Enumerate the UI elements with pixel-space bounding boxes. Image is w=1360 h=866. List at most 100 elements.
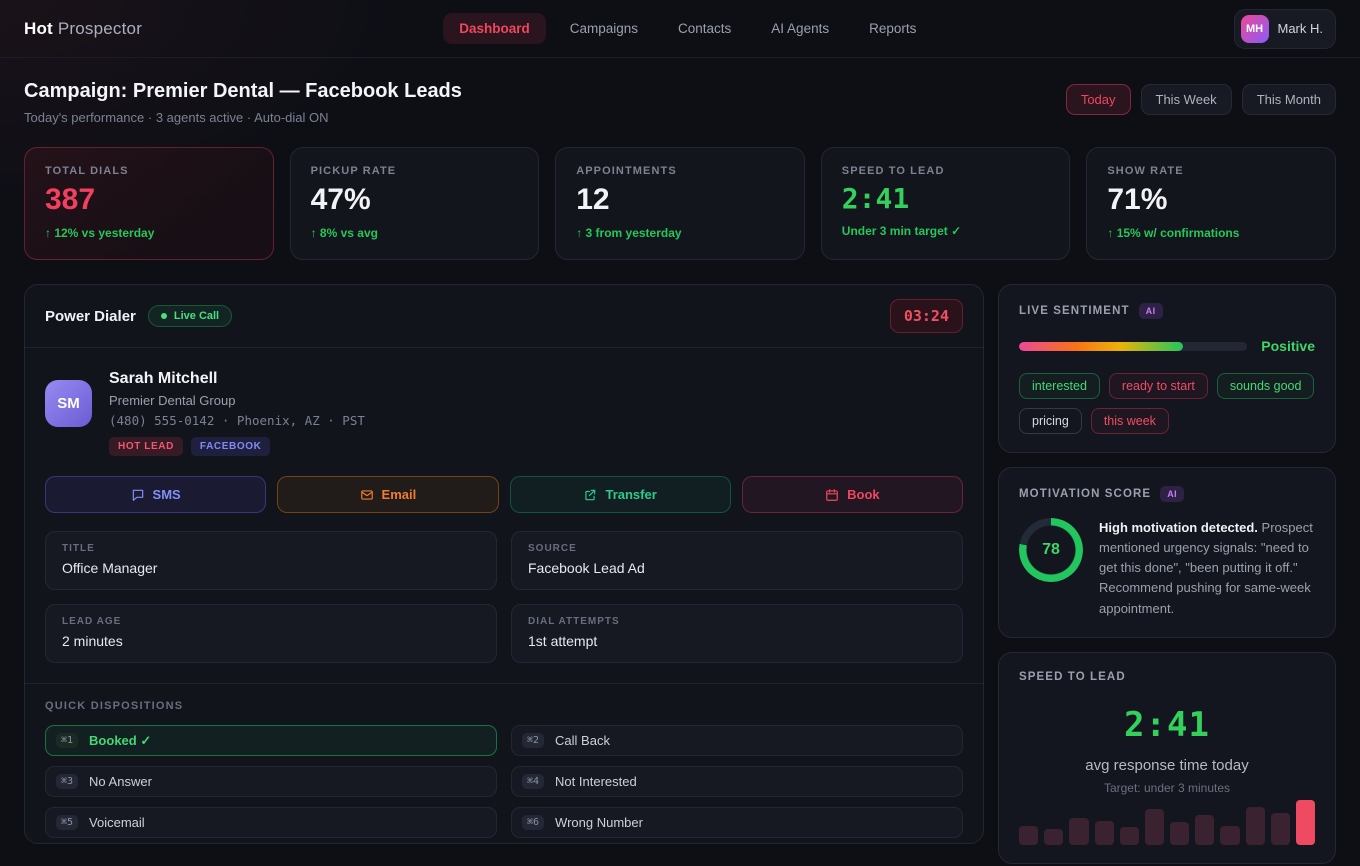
lead-info-grid: TITLE Office Manager SOURCE Facebook Lea… bbox=[25, 531, 983, 683]
sentiment-tag: interested bbox=[1019, 373, 1100, 399]
call-actions: SMS Email Transfer Book bbox=[25, 472, 983, 531]
speed-bar bbox=[1296, 800, 1315, 845]
call-timer: 03:24 bbox=[890, 299, 963, 333]
stat-value: 387 bbox=[45, 185, 253, 215]
motivation-text: High motivation detected. Prospect menti… bbox=[1099, 518, 1315, 619]
disposition-no-answer-button[interactable]: ⌘3 No Answer bbox=[45, 766, 497, 797]
speed-to-lead-card: SPEED TO LEAD 2:41 avg response time tod… bbox=[998, 652, 1336, 864]
field-label: SOURCE bbox=[528, 543, 946, 554]
stat-card-total-dials: TOTAL DIALS 387 ↑ 12% vs yesterday bbox=[24, 147, 274, 260]
shortcut-key: ⌘2 bbox=[522, 733, 544, 748]
stat-card-speed-to-lead: SPEED TO LEAD 2:41 Under 3 min target ✓ bbox=[821, 147, 1071, 260]
sentiment-tag: sounds good bbox=[1217, 373, 1315, 399]
stat-label: APPOINTMENTS bbox=[576, 165, 784, 177]
transfer-label: Transfer bbox=[605, 487, 656, 502]
speed-bar bbox=[1145, 809, 1164, 845]
speed-caption: avg response time today bbox=[1019, 757, 1315, 774]
stat-value: 71% bbox=[1107, 185, 1315, 215]
disposition-voicemail-button[interactable]: ⌘5 Voicemail bbox=[45, 807, 497, 838]
period-toggle: Today This Week This Month bbox=[1066, 84, 1336, 115]
envelope-icon bbox=[360, 488, 374, 502]
facebook-tag: FACEBOOK bbox=[191, 437, 270, 456]
field-label: DIAL ATTEMPTS bbox=[528, 616, 946, 627]
field-value: 2 minutes bbox=[62, 633, 480, 649]
user-menu[interactable]: MH Mark H. bbox=[1234, 9, 1337, 49]
motivation-score-card: MOTIVATION SCORE AI 78 High motivation d… bbox=[998, 467, 1336, 638]
stat-delta: ↑ 12% vs yesterday bbox=[45, 226, 253, 240]
shortcut-key: ⌘5 bbox=[56, 815, 78, 830]
sentiment-fill bbox=[1019, 342, 1183, 351]
dialer-header: Power Dialer Live Call 03:24 bbox=[25, 285, 983, 348]
power-dialer-panel: Power Dialer Live Call 03:24 SM Sarah Mi… bbox=[24, 284, 984, 844]
stats-row: TOTAL DIALS 387 ↑ 12% vs yesterday PICKU… bbox=[24, 147, 1336, 260]
nav-item-ai-agents[interactable]: AI Agents bbox=[755, 13, 845, 44]
brand-logo[interactable]: Hot Prospector bbox=[24, 19, 142, 39]
main-nav: Dashboard Campaigns Contacts AI Agents R… bbox=[443, 13, 932, 44]
sentiment-tag: pricing bbox=[1019, 408, 1082, 434]
field-value: 1st attempt bbox=[528, 633, 946, 649]
speed-value: 2:41 bbox=[1019, 705, 1315, 745]
sentiment-tag: this week bbox=[1091, 408, 1169, 434]
nav-item-contacts[interactable]: Contacts bbox=[662, 13, 747, 44]
contact-name: Sarah Mitchell bbox=[109, 370, 365, 388]
contact-company: Premier Dental Group bbox=[109, 393, 365, 408]
hot-lead-tag: HOT LEAD bbox=[109, 437, 183, 456]
brand-bold: Hot bbox=[24, 19, 53, 38]
disposition-booked-button[interactable]: ⌘1 Booked ✓ bbox=[45, 725, 497, 756]
ai-badge: AI bbox=[1139, 303, 1163, 319]
stat-delta: Under 3 min target ✓ bbox=[842, 224, 1050, 238]
disposition-call-back-button[interactable]: ⌘2 Call Back bbox=[511, 725, 963, 756]
top-nav: Hot Prospector Dashboard Campaigns Conta… bbox=[0, 0, 1360, 58]
sms-button[interactable]: SMS bbox=[45, 476, 266, 513]
period-today-button[interactable]: Today bbox=[1066, 84, 1131, 115]
shortcut-key: ⌘4 bbox=[522, 774, 544, 789]
stat-label: TOTAL DIALS bbox=[45, 165, 253, 177]
sentiment-tag: ready to start bbox=[1109, 373, 1208, 399]
stat-card-appointments: APPOINTMENTS 12 ↑ 3 from yesterday bbox=[555, 147, 805, 260]
dispositions-heading: QUICK DISPOSITIONS bbox=[45, 700, 963, 712]
stat-label: PICKUP RATE bbox=[311, 165, 519, 177]
speed-bar bbox=[1095, 821, 1114, 845]
stat-delta: ↑ 3 from yesterday bbox=[576, 226, 784, 240]
shortcut-key: ⌘6 bbox=[522, 815, 544, 830]
field-label: TITLE bbox=[62, 543, 480, 554]
book-button[interactable]: Book bbox=[742, 476, 963, 513]
brand-light: Prospector bbox=[53, 19, 142, 38]
speed-heading: SPEED TO LEAD bbox=[1019, 671, 1126, 683]
stat-label: SPEED TO LEAD bbox=[842, 165, 1050, 177]
stat-value: 2:41 bbox=[842, 185, 1050, 213]
field-value: Office Manager bbox=[62, 560, 480, 576]
sentiment-track bbox=[1019, 342, 1247, 351]
disposition-wrong-number-button[interactable]: ⌘6 Wrong Number bbox=[511, 807, 963, 838]
stat-value: 47% bbox=[311, 185, 519, 215]
speed-bar bbox=[1271, 813, 1290, 845]
field-title: TITLE Office Manager bbox=[45, 531, 497, 590]
quick-dispositions: QUICK DISPOSITIONS ⌘1 Booked ✓ ⌘2 Call B… bbox=[25, 683, 983, 858]
shortcut-key: ⌘1 bbox=[56, 733, 78, 748]
nav-item-reports[interactable]: Reports bbox=[853, 13, 932, 44]
live-call-label: Live Call bbox=[174, 310, 219, 322]
speed-bar bbox=[1044, 829, 1063, 845]
ai-badge: AI bbox=[1160, 486, 1184, 502]
nav-item-dashboard[interactable]: Dashboard bbox=[443, 13, 546, 44]
right-sidebar: LIVE SENTIMENT AI Positive interested re… bbox=[998, 284, 1336, 844]
stat-label: SHOW RATE bbox=[1107, 165, 1315, 177]
motivation-score: 78 bbox=[1019, 518, 1083, 582]
speed-bar bbox=[1120, 827, 1139, 845]
transfer-button[interactable]: Transfer bbox=[510, 476, 731, 513]
field-source: SOURCE Facebook Lead Ad bbox=[511, 531, 963, 590]
contact-block: SM Sarah Mitchell Premier Dental Group (… bbox=[25, 348, 983, 472]
period-month-button[interactable]: This Month bbox=[1242, 84, 1336, 115]
book-label: Book bbox=[847, 487, 880, 502]
speed-bar bbox=[1019, 826, 1038, 845]
motivation-heading: MOTIVATION SCORE bbox=[1019, 488, 1151, 500]
email-button[interactable]: Email bbox=[277, 476, 498, 513]
field-lead-age: LEAD AGE 2 minutes bbox=[45, 604, 497, 663]
sentiment-heading: LIVE SENTIMENT bbox=[1019, 305, 1130, 317]
contact-avatar: SM bbox=[45, 380, 92, 427]
period-week-button[interactable]: This Week bbox=[1141, 84, 1232, 115]
disposition-not-interested-button[interactable]: ⌘4 Not Interested bbox=[511, 766, 963, 797]
stat-card-pickup-rate: PICKUP RATE 47% ↑ 8% vs avg bbox=[290, 147, 540, 260]
nav-item-campaigns[interactable]: Campaigns bbox=[554, 13, 654, 44]
page-title: Campaign: Premier Dental — Facebook Lead… bbox=[24, 80, 462, 103]
